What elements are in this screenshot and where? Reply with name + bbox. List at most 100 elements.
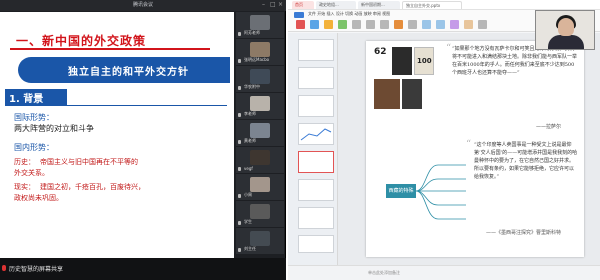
align-icon[interactable] [408, 20, 417, 29]
paste-icon[interactable] [324, 20, 333, 29]
meeting-title-bar: 腾讯会议 – □ × [0, 0, 286, 11]
presenter-body [548, 35, 584, 49]
mic-icon[interactable] [2, 265, 6, 271]
participant-tile[interactable]: 黄老师 [236, 120, 284, 146]
quote-text-2: “这个印度等人卖国事是一种受文上说是最仰第‘交人后国’的——可能增添并国是我我刻… [474, 142, 578, 180]
participant-tile[interactable]: 张明远Macbo [236, 39, 284, 65]
tab-active-file[interactable]: 独立自主外交.pptx [402, 1, 462, 9]
wps-status-bar: 单击此处添加备注 [288, 265, 600, 280]
mic-icon [238, 221, 241, 225]
ribbon-menu[interactable]: 文件 开始 插入 设计 切换 动画 放映 审阅 视图 [308, 11, 390, 17]
chart-thumb-icon [300, 128, 332, 141]
underline-icon[interactable] [380, 20, 389, 29]
participant-video [250, 96, 270, 111]
find-icon[interactable] [478, 20, 487, 29]
new-slide-icon[interactable] [296, 20, 305, 29]
book-number-100: 100 [417, 57, 432, 65]
reality-text-line2: 政权尚未巩固。 [14, 194, 63, 202]
participant-tile[interactable]: 阿芳老师 [236, 12, 284, 38]
close-icon[interactable]: × [278, 2, 284, 8]
picture-icon[interactable] [464, 20, 473, 29]
participant-tile[interactable]: 刘主任 [236, 228, 284, 254]
mic-icon [238, 167, 241, 171]
wps-menu-icon[interactable] [294, 12, 304, 18]
participant-video [250, 42, 270, 57]
mic-icon [238, 32, 241, 36]
minimize-icon[interactable]: – [262, 2, 268, 8]
shared-slide: 一、新中国的外交政策 独立自主的和平外交方针 1. 背景 国际形势： 两大阵营的… [0, 12, 234, 258]
tab-file-2[interactable]: 新中国初期... [358, 1, 400, 9]
font-color-icon[interactable] [394, 20, 403, 29]
bold-icon[interactable] [352, 20, 361, 29]
quote-author-2: ——《墨西哥注探究》曹里斯科特 [486, 230, 562, 236]
maximize-icon[interactable]: □ [270, 2, 276, 8]
italic-icon[interactable] [366, 20, 375, 29]
section-label: 1. 背景 [5, 89, 67, 105]
wps-window: 首页 政史地组... 新中国初期... 独立自主外交.pptx 文件 开始 插入… [288, 0, 600, 280]
slide-thumbnail[interactable] [298, 179, 334, 201]
participant-tile[interactable]: 学生 [236, 201, 284, 227]
participant-name: vegf [244, 166, 253, 171]
participant-tile[interactable]: 李老师 [236, 93, 284, 119]
slide-thumbnail[interactable] [298, 235, 334, 253]
participant-name: 阿芳老师 [244, 30, 260, 35]
reality-text-line1: 建国之初，千疮百孔，百废待兴， [40, 183, 145, 191]
meeting-window: 腾讯会议 – □ × 一、新中国的外交政策 独立自主的和平外交方针 1. 背景 … [0, 0, 286, 280]
section-label-text: 1. 背景 [9, 94, 44, 105]
participant-tile[interactable]: 小周 [236, 174, 284, 200]
mic-icon [238, 59, 241, 63]
participant-list: 阿芳老师张明远Macbo 华农附中李老师黄老师 vegf 小周学生刘主任 [236, 12, 286, 258]
participant-name: 刘主任 [244, 246, 256, 251]
domestic-heading: 国内形势： [14, 143, 54, 152]
presenter-face [558, 18, 574, 36]
participant-tile[interactable]: vegf [236, 147, 284, 173]
screen-share-owner: 历史智慧的屏幕共享 [9, 266, 64, 273]
portrait-image [374, 79, 400, 109]
wps-tab-bar: 首页 政史地组... 新中国初期... 独立自主外交.pptx [288, 0, 600, 10]
notes-placeholder[interactable]: 单击此处添加备注 [368, 270, 400, 276]
edit-slide[interactable]: 62 100 “ “如果那个地方没有瓦萨卡尔和可笑且乃际的分裂，我们将不可能进入… [366, 41, 584, 257]
mic-icon [238, 194, 241, 198]
slide-title-underline [10, 48, 210, 50]
textbox-icon[interactable] [422, 20, 431, 29]
participant-name: 华农附中 [244, 84, 260, 89]
participant-video [250, 69, 270, 84]
meeting-window-title: 腾讯会议 [132, 2, 153, 8]
history-text-line1: 帝国主义与旧中国再在不平等的 [40, 158, 138, 166]
participant-video [250, 177, 270, 192]
intl-text: 两大阵营的对立和斗争 [14, 124, 94, 133]
slide-canvas: 62 100 “ “如果那个地方没有瓦萨卡尔和可笑且乃际的分裂，我们将不可能进入… [338, 33, 600, 265]
mindmap-center-node: 西藏的特殊 [386, 184, 416, 198]
mic-icon [238, 248, 241, 252]
slide-thumbnail[interactable] [298, 95, 334, 117]
slide-thumbnail[interactable] [298, 67, 334, 89]
quote-author-1: ——拉萨尔 [536, 124, 562, 130]
shape-icon[interactable] [436, 20, 445, 29]
layout-icon[interactable] [310, 20, 319, 29]
mic-icon [238, 86, 241, 90]
book-cover-image: 100 [414, 47, 434, 75]
participant-tile[interactable]: 华农附中 [236, 66, 284, 92]
participant-video [250, 15, 270, 30]
arrange-icon[interactable] [450, 20, 459, 29]
tab-home[interactable]: 首页 [292, 1, 314, 9]
slide-thumbnail-panel [288, 33, 338, 265]
tab-file-1[interactable]: 政史地组... [316, 1, 356, 9]
slide-thumbnail[interactable] [298, 123, 334, 145]
slide-thumbnail[interactable] [298, 207, 334, 229]
participant-name: 李老师 [244, 111, 256, 116]
participant-video [250, 204, 270, 219]
book-cover-image [402, 79, 422, 109]
participant-name: 张明远Macbo [244, 57, 270, 62]
section-divider [5, 105, 227, 106]
participant-video [250, 123, 270, 138]
book-cover-image [392, 47, 412, 75]
slide-thumbnail[interactable] [298, 39, 334, 61]
format-icon[interactable] [338, 20, 347, 29]
history-text-line2: 外交关系。 [14, 169, 49, 177]
participant-name: 小周 [244, 192, 252, 197]
quote-mark-icon: “ [446, 43, 452, 54]
mic-icon [238, 113, 241, 117]
participant-video [250, 231, 270, 246]
slide-thumbnail-selected[interactable] [298, 151, 334, 173]
